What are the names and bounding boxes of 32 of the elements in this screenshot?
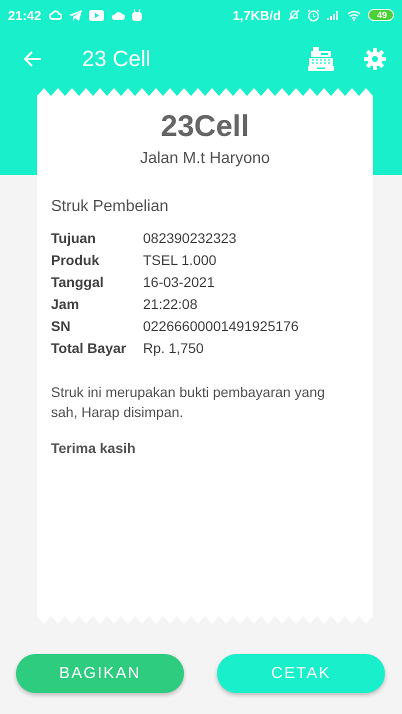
- field-value: 082390232323: [143, 230, 238, 246]
- video-play-icon: [89, 10, 104, 20]
- field-label: Produk: [51, 252, 100, 268]
- receipt-note: Struk ini merupakan bukti pembayaran yang sah, Harap disimpan.: [51, 383, 326, 422]
- wifi-icon: [346, 10, 361, 20]
- robot-icon: [132, 9, 142, 21]
- battery-icon: 49: [368, 9, 394, 21]
- thanks-text: Terima kasih: [51, 440, 137, 456]
- print-button[interactable]: CETAK: [217, 654, 385, 693]
- field-value: 16-03-2021: [143, 274, 216, 290]
- signal-icon: [326, 10, 340, 20]
- field-value: 21:22:08: [143, 296, 198, 312]
- network-speed: 1,7KB/d: [232, 8, 281, 22]
- field-label: Jam: [51, 296, 80, 312]
- field-label: Tanggal: [51, 274, 105, 290]
- share-button[interactable]: BAGIKAN: [16, 654, 184, 693]
- alarm-icon: [306, 8, 320, 22]
- cloud-icon: [48, 10, 62, 20]
- shop-address: Jalan M.t Haryono: [139, 150, 271, 168]
- field-label: Total Bayar: [51, 340, 128, 356]
- field-value: Rp. 1,750: [143, 340, 205, 356]
- shop-name: 23Cell: [160, 110, 250, 144]
- status-time: 21:42: [8, 8, 42, 22]
- paper-plane-icon: [69, 10, 82, 20]
- bell-off-icon: [288, 9, 300, 21]
- field-label: Tujuan: [51, 230, 97, 246]
- receipt-heading: Struk Pembelian: [51, 198, 170, 216]
- field-label: SN: [51, 318, 72, 334]
- app-title: 23 Cell: [82, 46, 150, 72]
- field-value: 02266600001491925176: [143, 318, 300, 334]
- cloud-icon: [111, 10, 126, 20]
- field-value: TSEL 1.000: [143, 252, 218, 268]
